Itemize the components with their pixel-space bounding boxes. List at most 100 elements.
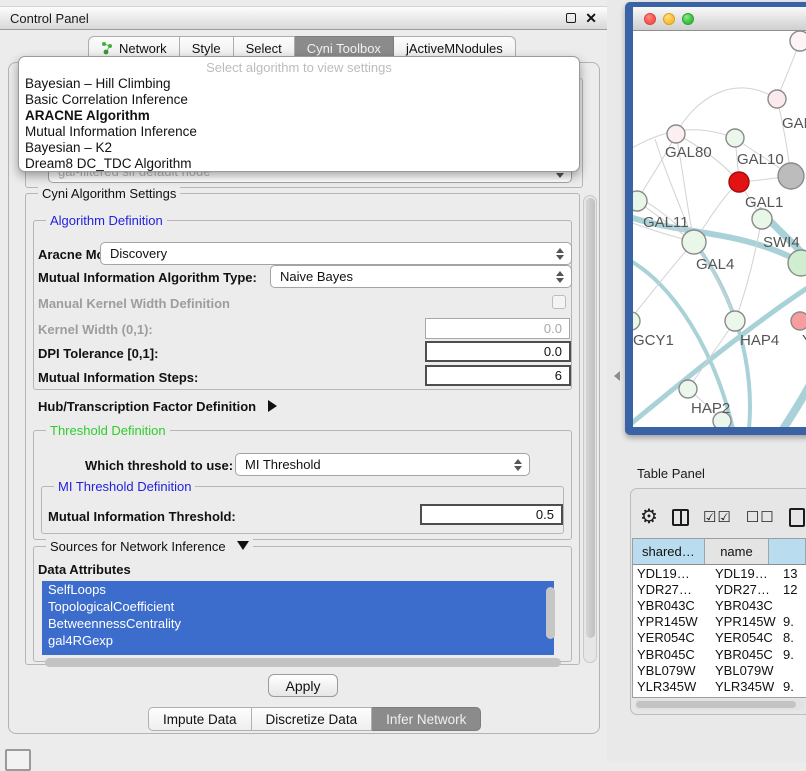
table-cell: YBR043C [633, 598, 709, 613]
network-icon [101, 41, 114, 55]
attribute-list-item[interactable]: SelfLoops [42, 581, 554, 598]
minimize-traffic-icon[interactable] [663, 13, 675, 25]
network-node[interactable] [729, 172, 749, 192]
close-traffic-icon[interactable] [644, 13, 656, 25]
table-header: shared… name [633, 539, 806, 565]
algorithm-option[interactable]: ARACNE Algorithm [19, 108, 579, 124]
sources-group-title[interactable]: Sources for Network Inference [46, 539, 253, 554]
settings-scrollbar-thumb[interactable] [586, 198, 595, 638]
expanded-arrow-icon [237, 541, 249, 550]
tab-discretize-data[interactable]: Discretize Data [252, 707, 373, 731]
dpi-tolerance-value: 0.0 [544, 344, 562, 359]
network-node[interactable] [726, 129, 744, 147]
mi-threshold-field[interactable]: 0.5 [420, 504, 563, 525]
network-node[interactable] [768, 90, 786, 108]
algorithm-option[interactable]: Bayesian – K2 [19, 140, 579, 156]
table-hscrollbar[interactable] [634, 699, 804, 710]
network-view-window[interactable]: GALGAL80GAL10GAL1GAL11GAL4SWI4GCY1HAP4YH… [625, 2, 806, 435]
apply-button[interactable]: Apply [268, 674, 338, 697]
dpi-tolerance-label: DPI Tolerance [0,1]: [38, 346, 158, 361]
table-row[interactable]: YIL052CYIL052C9 [633, 695, 806, 698]
attribute-list-item[interactable]: BetweennessCentrality [42, 615, 554, 632]
data-attributes-label: Data Attributes [38, 562, 131, 577]
tab-network-label: Network [119, 41, 167, 56]
network-node-label: HAP4 [740, 332, 779, 349]
hub-section-toggle[interactable]: Hub/Transcription Factor Definition [38, 399, 277, 414]
dpi-tolerance-field[interactable]: 0.0 [425, 341, 571, 362]
algorithm-option[interactable]: Dream8 DC_TDC Algorithm [19, 156, 579, 172]
table-row[interactable]: YER054CYER054C8. [633, 630, 806, 646]
aracne-mode-combobox[interactable]: Discovery [100, 242, 572, 265]
which-threshold-combobox[interactable]: MI Threshold [235, 453, 530, 476]
bottom-tabs: Impute Data Discretize Data Infer Networ… [148, 707, 481, 731]
mi-steps-value: 6 [555, 368, 562, 383]
network-node[interactable] [682, 230, 706, 254]
attribute-list-item[interactable]: TopologicalCoefficient [42, 598, 554, 615]
network-node-label: GAL80 [665, 144, 712, 161]
gear-icon[interactable]: ⚙ [640, 507, 658, 527]
algorithm-option[interactable]: Mutual Information Inference [19, 124, 579, 140]
table-cell: YDL19… [709, 566, 779, 581]
table-row[interactable]: YDL19…YDL19…13 [633, 565, 806, 581]
clipped-corner-button[interactable] [5, 749, 31, 771]
network-canvas[interactable]: GALGAL80GAL10GAL1GAL11GAL4SWI4GCY1HAP4YH… [633, 31, 806, 427]
table-cell: YBR045C [709, 647, 779, 662]
table-row[interactable]: YPR145WYPR145W9. [633, 614, 806, 630]
algorithm-list: Bayesian – Hill ClimbingBasic Correlatio… [19, 76, 579, 172]
settings-scrollbar-track[interactable] [583, 195, 597, 663]
network-node[interactable] [679, 380, 697, 398]
unchecked-columns-icon[interactable]: ☐☐ [746, 508, 775, 526]
algorithm-option[interactable]: Bayesian – Hill Climbing [19, 76, 579, 92]
network-node-label: GAL4 [696, 256, 734, 273]
network-node[interactable] [752, 209, 772, 229]
network-node-label: GAL1 [745, 194, 783, 211]
algorithm-option[interactable]: Basic Correlation Inference [19, 92, 579, 108]
tab-infer-network[interactable]: Infer Network [372, 707, 481, 731]
tab-impute-data[interactable]: Impute Data [148, 707, 252, 731]
column-header-name[interactable]: name [705, 539, 769, 565]
column-header-clipped[interactable] [769, 539, 806, 565]
export-table-icon[interactable] [789, 508, 805, 527]
algorithm-placeholder: Select algorithm to view settings [19, 57, 579, 76]
panel-collapse-arrow-icon[interactable] [614, 371, 620, 381]
algorithm-dropdown-popup: Select algorithm to view settings Bayesi… [18, 56, 580, 172]
close-icon[interactable]: ✕ [585, 13, 597, 23]
columns-icon[interactable] [672, 509, 689, 526]
tab-impute-data-label: Impute Data [163, 712, 237, 727]
tab-jactivemnodules-label: jActiveMNodules [406, 41, 503, 56]
network-graph: GALGAL80GAL10GAL1GAL11GAL4SWI4GCY1HAP4YH… [633, 31, 806, 427]
hub-section-label: Hub/Transcription Factor Definition [38, 399, 256, 414]
network-node[interactable] [725, 311, 745, 331]
checked-columns-icon[interactable]: ☑☑ [703, 508, 732, 526]
manual-kernel-checkbox[interactable] [552, 295, 566, 309]
table-cell: YLR345W [633, 679, 709, 694]
which-threshold-label: Which threshold to use: [85, 458, 233, 473]
zoom-traffic-icon[interactable] [682, 13, 694, 25]
network-node[interactable] [790, 31, 806, 51]
network-node[interactable] [791, 312, 806, 330]
network-node[interactable] [633, 312, 640, 330]
table-toolbar: ⚙ ☑☑ ☐☐ [640, 503, 806, 531]
node-table: shared… name YDL19…YDL19…13YDR27…YDR27…1… [632, 538, 806, 698]
network-node[interactable] [633, 191, 647, 211]
kernel-width-field[interactable]: 0.0 [425, 318, 570, 339]
table-row[interactable]: YDR27…YDR27…12 [633, 581, 806, 597]
table-row[interactable]: YBR043CYBR043C [633, 597, 806, 613]
float-window-icon[interactable] [566, 13, 576, 23]
tab-discretize-data-label: Discretize Data [266, 712, 358, 727]
attributes-list-hscrollbar[interactable] [45, 658, 561, 667]
column-header-shared-name[interactable]: shared… [633, 539, 705, 565]
mi-steps-field[interactable]: 6 [425, 365, 571, 386]
mi-type-combobox[interactable]: Naive Bayes [270, 265, 572, 288]
table-row[interactable]: YLR345WYLR345W9. [633, 678, 806, 694]
attributes-list-scrollbar[interactable] [546, 587, 555, 639]
table-row[interactable]: YBL079WYBL079W [633, 662, 806, 678]
table-hscrollbar-thumb[interactable] [636, 701, 796, 708]
mi-threshold-value: 0.5 [536, 507, 554, 522]
table-cell: 9 [779, 695, 806, 697]
control-panel-titlebar: Control Panel ✕ [0, 6, 607, 30]
tab-infer-network-label: Infer Network [386, 712, 466, 727]
network-node[interactable] [667, 125, 685, 143]
attribute-list-item[interactable]: gal4RGexp [42, 632, 554, 649]
table-row[interactable]: YBR045CYBR045C9. [633, 646, 806, 662]
